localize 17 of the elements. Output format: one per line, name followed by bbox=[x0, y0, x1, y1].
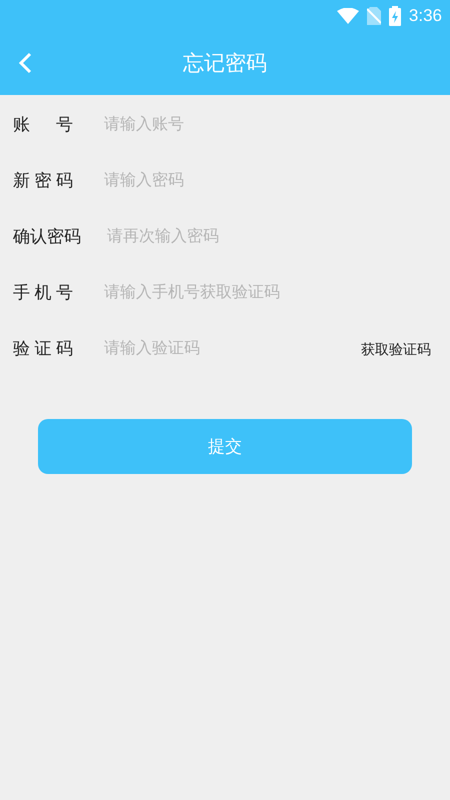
input-field[interactable]: 请输入账号 bbox=[104, 113, 431, 137]
wifi-icon bbox=[336, 8, 359, 24]
status-time: 3:36 bbox=[408, 5, 442, 28]
input-field[interactable]: 请再次输入密码 bbox=[107, 225, 431, 249]
input-field[interactable]: 请输入手机号获取验证码 bbox=[104, 281, 431, 305]
field-label: 验证码 bbox=[13, 338, 73, 360]
field-label: 手机号 bbox=[13, 282, 73, 304]
get-code-button[interactable]: 获取验证码 bbox=[361, 338, 431, 360]
field-label: 账号 bbox=[13, 114, 73, 136]
field-label: 新密码 bbox=[13, 170, 73, 192]
field-label: 确认密码 bbox=[13, 226, 81, 248]
input-field[interactable]: 请输入密码 bbox=[104, 169, 431, 193]
page-title: 忘记密码 bbox=[183, 50, 267, 77]
input-field[interactable]: 请输入验证码 bbox=[104, 337, 361, 361]
back-icon[interactable] bbox=[18, 52, 32, 74]
no-sim-icon bbox=[366, 7, 381, 25]
battery-charging-icon bbox=[388, 6, 401, 26]
